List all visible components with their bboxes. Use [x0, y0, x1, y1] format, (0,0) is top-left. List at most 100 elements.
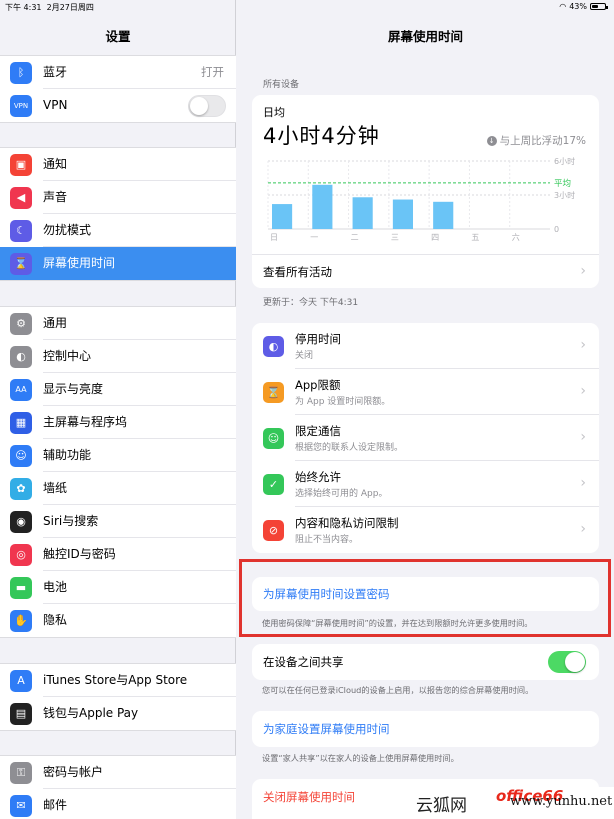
siri-icon: ◉: [10, 510, 32, 533]
sidebar-item[interactable]: VPN VPN: [0, 89, 236, 122]
feature-row[interactable]: ⊘ 内容和隐私访问限制 阻止不当内容。 ›: [252, 507, 599, 553]
sidebar-item[interactable]: ◎ 触控ID与密码: [0, 538, 236, 571]
bluetooth-icon: ᛒ: [10, 61, 32, 84]
feature-title: 始终允许: [295, 470, 341, 484]
status-time: 下午 4:31 2月27日周四: [5, 3, 94, 12]
set-passcode-row[interactable]: 为屏幕使用时间设置密码: [252, 577, 599, 611]
turn-off-link[interactable]: 关闭屏幕使用时间: [263, 789, 355, 805]
sidebar-item[interactable]: ⚙ 通用: [0, 307, 236, 340]
arrow-down-icon: ↓: [486, 135, 497, 146]
y-tick-label: 6小时: [554, 156, 575, 166]
downtime-icon: ◐: [263, 335, 284, 357]
hourglass-icon: ⌛: [10, 252, 32, 275]
sidebar: 设置 ᛒ 蓝牙 打开 VPN VPN ▣ 通知 ◀ 声音 ☾ 勿扰模式 ⌛ 屏幕使用时间 ⚙ 通用 ◐ 控制…: [0, 0, 236, 819]
sidebar-item-label: 密码与帐户: [43, 756, 236, 789]
homescreen-icon: ▦: [10, 411, 32, 434]
hand-icon: ✋: [10, 609, 32, 632]
feature-subtitle: 关闭: [295, 351, 314, 361]
x-tick-label: 二: [351, 233, 359, 242]
features-card: ◐ 停用时间关闭 › ⌛ App限额为 App 设置时间限额。 › ☺ 限定通信 根据您的联系人…: [252, 323, 599, 553]
feature-subtitle: 选择始终可用的 App。: [295, 489, 388, 499]
sidebar-item-label: 勿扰模式: [43, 214, 236, 247]
sidebar-item-label: 控制中心: [43, 340, 236, 373]
hourglass-icon: ⌛: [263, 381, 284, 403]
key-icon: ⚿: [10, 761, 32, 784]
feature-row[interactable]: ☺ 限定通信 根据您的联系人设定限制。 ›: [252, 415, 599, 461]
share-toggle[interactable]: [548, 651, 586, 673]
x-tick-label: 四: [431, 233, 439, 242]
sidebar-item[interactable]: ✉ 邮件: [0, 789, 236, 819]
sidebar-item-label: Siri与搜索: [43, 505, 236, 538]
usage-card[interactable]: 日均 4小时4分钟 ↓ 与上周比浮动17% 6小时 3小时 0 日 一 二 三 四 五 六 平均 查…: [252, 95, 599, 288]
sidebar-item[interactable]: AA 显示与亮度: [0, 373, 236, 406]
family-link[interactable]: 为家庭设置屏幕使用时间: [263, 721, 390, 737]
status-bar: 下午 4:31 2月27日周四 ◠ 43%: [0, 0, 614, 14]
restrict-icon: ⊘: [263, 519, 284, 541]
feature-row[interactable]: ◐ 停用时间 关闭 ›: [252, 323, 599, 369]
sidebar-item[interactable]: ☾ 勿扰模式: [0, 214, 236, 247]
feature-text: App限额为 App 设置时间限额。 ›: [295, 369, 599, 415]
sidebar-item[interactable]: ◀ 声音: [0, 181, 236, 214]
sidebar-item[interactable]: ◉ Siri与搜索: [0, 505, 236, 538]
sidebar-item[interactable]: ᛒ 蓝牙 打开: [0, 56, 236, 89]
battery-percent: 43%: [569, 2, 587, 11]
sidebar-title: 设置: [105, 29, 131, 44]
sidebar-item-label: 屏幕使用时间: [43, 256, 116, 270]
y-tick-label: 3小时: [554, 190, 575, 200]
updated-label: 更新于：今天 下午4:31: [263, 298, 359, 308]
sidebar-item-label: 隐私: [43, 613, 68, 627]
feature-row[interactable]: ⌛ App限额为 App 设置时间限额。 ›: [252, 369, 599, 415]
sidebar-item-label: 通用: [43, 307, 236, 340]
contacts-icon: ☺: [263, 427, 284, 449]
sidebar-item-label: iTunes Store与App Store: [43, 664, 236, 697]
passcode-note: 使用密码保障“屏幕使用时间”的设置，并在达到限额时允许更多使用时间。: [262, 618, 533, 628]
share-row: 在设备之间共享: [252, 644, 599, 680]
daily-average-label: 日均: [263, 106, 285, 119]
bar: [352, 197, 373, 229]
set-passcode-link[interactable]: 为屏幕使用时间设置密码: [263, 586, 390, 602]
sidebar-item[interactable]: ▬ 电池: [0, 571, 236, 604]
sidebar-item[interactable]: ⌛ 屏幕使用时间: [0, 247, 236, 280]
mail-icon: ✉: [10, 794, 32, 817]
sidebar-group-stores: AiTunes Store与App Store ▤ 钱包与Apple Pay: [0, 663, 236, 731]
sidebar-item[interactable]: ✿ 墙纸: [0, 472, 236, 505]
watermark: 云狐网 office66 www.yunhu.net: [412, 787, 614, 819]
compare-value: 与上周比浮动17%: [499, 135, 586, 147]
chevron-right-icon: ›: [580, 263, 586, 279]
sidebar-item[interactable]: AiTunes Store与App Store: [0, 664, 236, 697]
page-title: 屏幕使用时间: [387, 29, 463, 44]
y-tick-label: 0: [554, 225, 559, 234]
sidebar-item[interactable]: ⚿ 密码与帐户: [0, 756, 236, 789]
bar: [392, 199, 413, 229]
feature-text: 停用时间 关闭 ›: [295, 323, 599, 369]
status-right: ◠ 43%: [559, 2, 608, 11]
sidebar-item[interactable]: ▤ 钱包与Apple Pay: [0, 697, 236, 730]
watermark-site-name: 云狐网: [416, 796, 467, 816]
sidebar-item-label: 钱包与Apple Pay: [43, 706, 139, 720]
usage-chart: 6小时 3小时 0 日 一 二 三 四 五 六 平均: [267, 156, 575, 242]
vpn-icon: VPN: [10, 94, 32, 117]
chevron-right-icon: ›: [580, 383, 586, 399]
sidebar-item[interactable]: ✋ 隐私: [0, 604, 236, 637]
moon-icon: ☾: [10, 219, 32, 242]
watermark-url: www.yunhu.net: [510, 794, 613, 809]
sidebar-item-label: 辅助功能: [43, 439, 236, 472]
sidebar-item[interactable]: ☺ 辅助功能: [0, 439, 236, 472]
family-row[interactable]: 为家庭设置屏幕使用时间: [252, 711, 599, 747]
see-all-activity-row[interactable]: 查看所有活动 ›: [252, 254, 599, 288]
sidebar-item[interactable]: ◐ 控制中心: [0, 340, 236, 373]
vpn-toggle[interactable]: [188, 95, 226, 117]
x-tick-label: 三: [391, 233, 399, 242]
sidebar-item[interactable]: ▣ 通知: [0, 148, 236, 181]
sidebar-item[interactable]: ▦ 主屏幕与程序坞: [0, 406, 236, 439]
feature-title: 停用时间: [295, 332, 341, 346]
sidebar-item-label: 声音: [43, 181, 236, 214]
feature-row[interactable]: ✓ 始终允许 选择始终可用的 App。 ›: [252, 461, 599, 507]
fingerprint-icon: ◎: [10, 543, 32, 566]
x-tick-label: 五: [471, 233, 479, 242]
battery-icon: ▬: [10, 576, 32, 599]
chevron-right-icon: ›: [580, 521, 586, 537]
family-note: 设置“家人共享”以在家人的设备上使用屏幕使用时间。: [262, 753, 459, 763]
chevron-right-icon: ›: [580, 475, 586, 491]
sidebar-group-connectivity: ᛒ 蓝牙 打开 VPN VPN: [0, 55, 236, 123]
